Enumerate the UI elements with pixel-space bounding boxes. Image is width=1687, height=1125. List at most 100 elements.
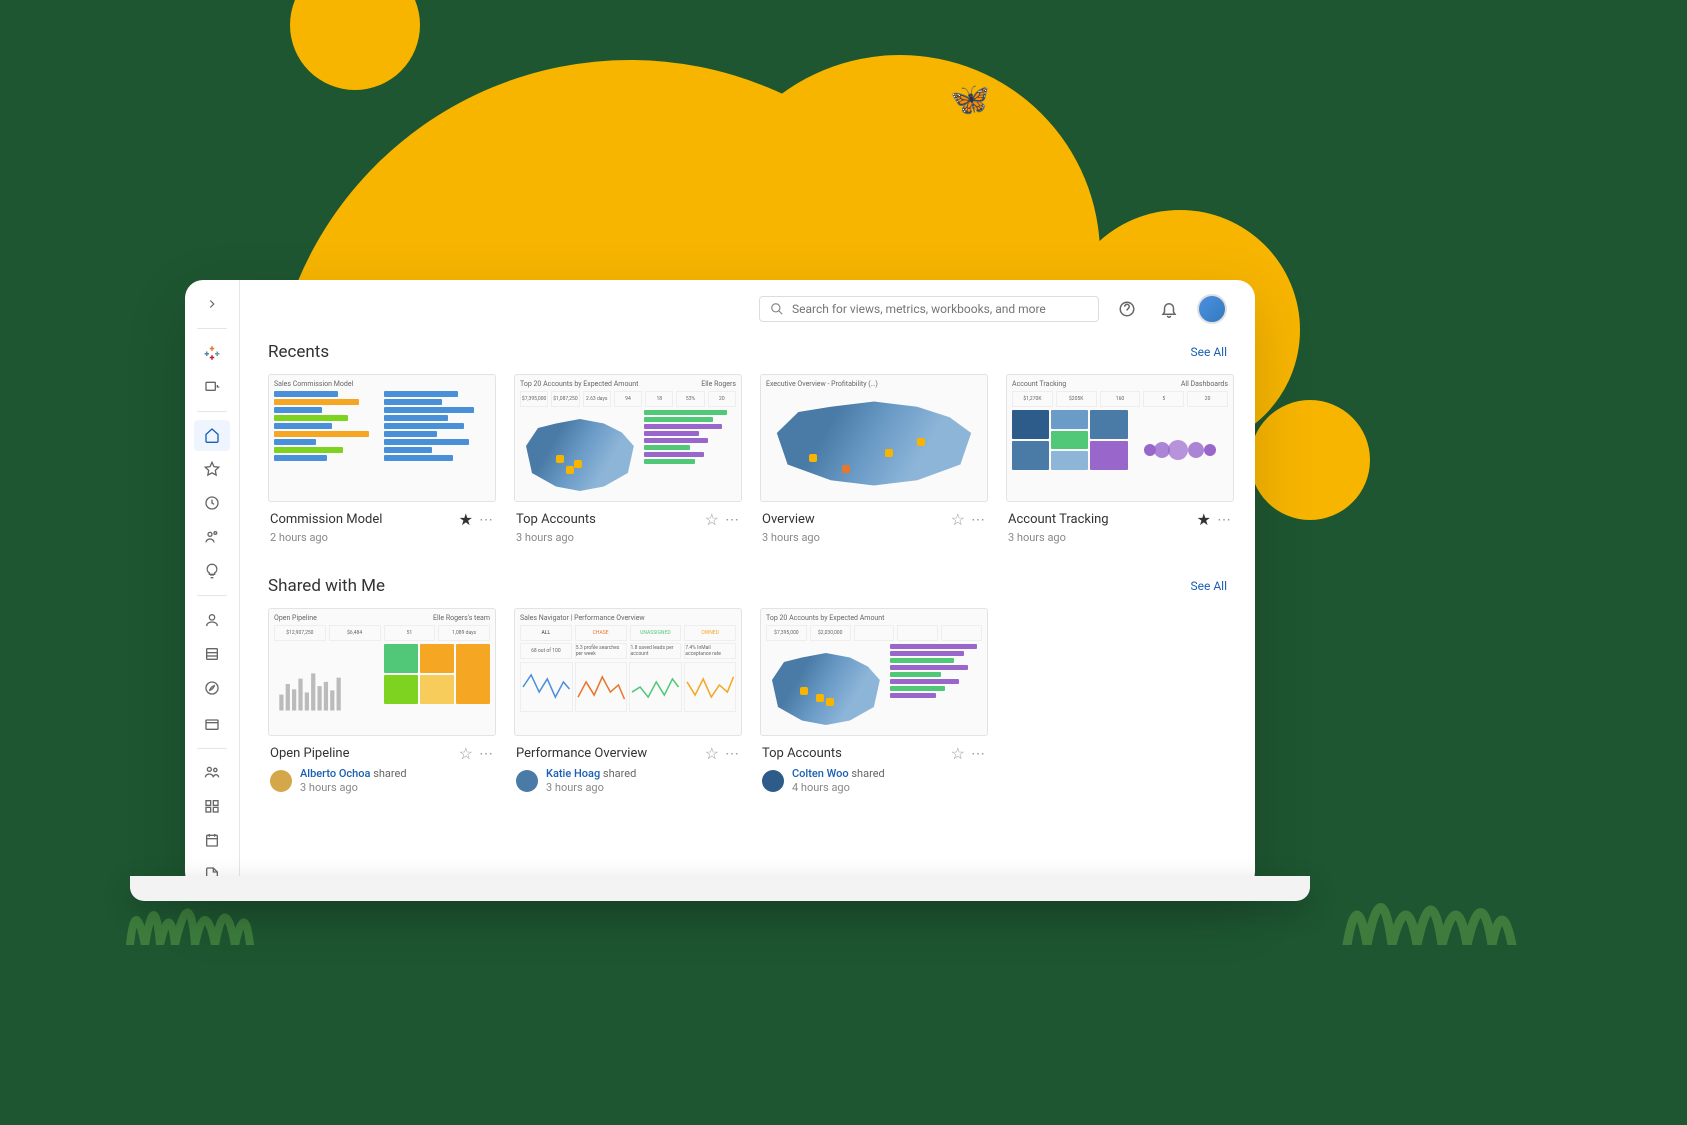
card-time: 3 hours ago	[546, 781, 604, 794]
thumb-tab: ALL	[520, 625, 572, 641]
butterfly-decoration: 🦋	[950, 80, 990, 118]
shared-cards: Open Pipeline Elle Rogers's team $12,907,…	[268, 608, 1227, 804]
card-title: Overview	[762, 512, 815, 527]
recents-cards: Sales Commission Model Commission Model	[268, 374, 1227, 552]
sidebar	[185, 280, 240, 890]
thumb-tab: UNASSIGNED	[630, 625, 682, 641]
card-time: 3 hours ago	[516, 531, 740, 544]
kpi-value	[941, 625, 982, 641]
card-thumbnail: Top 20 Accounts by Expected Amount $7,39…	[760, 608, 988, 736]
laptop-base	[130, 876, 1310, 901]
card-commission-model[interactable]: Sales Commission Model Commission Model	[268, 374, 496, 552]
see-all-shared[interactable]: See All	[1191, 579, 1228, 593]
card-thumbnail: Sales Commission Model	[268, 374, 496, 502]
star-icon[interactable]: ☆	[705, 510, 719, 529]
star-icon[interactable]: ★	[459, 510, 473, 529]
star-icon[interactable]: ☆	[705, 744, 719, 763]
card-open-pipeline[interactable]: Open Pipeline Elle Rogers's team $12,907,…	[268, 608, 496, 804]
kpi-value: 68 out of 100	[520, 643, 572, 659]
user-avatar[interactable]	[1197, 294, 1227, 324]
thumb-tab: OWNED	[684, 625, 736, 641]
kpi-value: 53%	[676, 391, 704, 407]
kpi-value: 2.63 days	[583, 391, 611, 407]
kpi-value: 20	[708, 391, 736, 407]
kpi-value: 94	[614, 391, 642, 407]
sidebar-item-users[interactable]	[194, 756, 230, 788]
kpi-value: 18	[645, 391, 673, 407]
card-account-tracking[interactable]: Account TrackingAll Dashboards $1,270K $…	[1006, 374, 1234, 552]
card-overview[interactable]: Executive Overview - Profitability (…) O…	[760, 374, 988, 552]
see-all-recents[interactable]: See All	[1191, 345, 1228, 359]
thumb-title-text: Sales Navigator | Performance Overview	[520, 614, 645, 622]
app-window: Recents See All Sales Commission Model	[185, 280, 1255, 890]
thumb-owner-text: Elle Rogers's team	[433, 614, 490, 622]
kpi-value: $12,907,250	[274, 625, 326, 641]
more-menu-button[interactable]: ⋯	[725, 746, 740, 762]
sharer-avatar	[270, 770, 292, 792]
main-content: Recents See All Sales Commission Model	[240, 280, 1255, 890]
card-time: 3 hours ago	[762, 531, 986, 544]
kpi-value: 1.8 saved leads per account	[630, 643, 682, 659]
sidebar-item-shared[interactable]	[194, 521, 230, 553]
sharer-name[interactable]: Katie Hoag	[546, 767, 600, 780]
kpi-value: 1,089 days	[438, 625, 490, 641]
sidebar-item-favorites[interactable]	[194, 453, 230, 485]
thumb-owner-text: Elle Rogers	[701, 380, 736, 388]
kpi-value: 160	[1100, 391, 1141, 407]
kpi-value: 5	[1143, 391, 1184, 407]
sharer-avatar	[516, 770, 538, 792]
sidebar-item-recents[interactable]	[194, 487, 230, 519]
more-menu-button[interactable]: ⋯	[971, 512, 986, 528]
sidebar-item-explore[interactable]	[194, 672, 230, 704]
more-menu-button[interactable]: ⋯	[725, 512, 740, 528]
card-top-accounts[interactable]: Top 20 Accounts by Expected AmountElle R…	[514, 374, 742, 552]
card-title: Performance Overview	[516, 746, 647, 761]
card-time: 2 hours ago	[270, 531, 494, 544]
sidebar-item-personal[interactable]	[194, 604, 230, 636]
sidebar-item-external[interactable]	[194, 708, 230, 740]
notifications-button[interactable]	[1155, 295, 1183, 323]
card-top-accounts-shared[interactable]: Top 20 Accounts by Expected Amount $7,39…	[760, 608, 988, 804]
help-button[interactable]	[1113, 295, 1141, 323]
sidebar-item-new[interactable]	[194, 371, 230, 403]
star-icon[interactable]: ☆	[951, 744, 965, 763]
thumb-title-text: Executive Overview - Profitability (…)	[766, 380, 878, 388]
card-title: Top Accounts	[762, 746, 842, 761]
sharer-name[interactable]: Colten Woo	[792, 767, 849, 780]
shared-verb: shared	[373, 767, 406, 780]
sidebar-item-groups[interactable]	[194, 790, 230, 822]
kpi-value: $6,484	[329, 625, 381, 641]
thumb-title-text: Account Tracking	[1012, 380, 1066, 388]
kpi-value: $1,270K	[1012, 391, 1053, 407]
card-time: 3 hours ago	[300, 781, 358, 794]
card-thumbnail: Open Pipeline Elle Rogers's team $12,907,…	[268, 608, 496, 736]
sidebar-expand-button[interactable]	[194, 288, 230, 320]
search-box[interactable]	[759, 296, 1099, 322]
kpi-value: $7,395,000	[766, 625, 807, 641]
star-icon[interactable]: ★	[1197, 510, 1211, 529]
sidebar-item-collections[interactable]	[194, 638, 230, 670]
search-input[interactable]	[792, 302, 1088, 316]
kpi-value: 5.3 profile searches per week	[575, 643, 627, 659]
star-icon[interactable]: ☆	[459, 744, 473, 763]
more-menu-button[interactable]: ⋯	[479, 512, 494, 528]
star-icon[interactable]: ☆	[951, 510, 965, 529]
sharer-name[interactable]: Alberto Ochoa	[300, 767, 370, 780]
section-title-recents: Recents	[268, 342, 329, 362]
more-menu-button[interactable]: ⋯	[479, 746, 494, 762]
shared-verb: shared	[603, 767, 636, 780]
search-icon	[770, 302, 784, 316]
thumb-sub-text: All Dashboards	[1181, 380, 1228, 388]
thumb-title-text: Open Pipeline	[274, 614, 317, 622]
sidebar-item-home[interactable]	[194, 420, 230, 452]
sidebar-item-tableau[interactable]	[194, 337, 230, 369]
sidebar-item-schedules[interactable]	[194, 824, 230, 856]
thumb-title-text: Sales Commission Model	[274, 380, 353, 388]
card-title: Open Pipeline	[270, 746, 350, 761]
grass-decoration-right	[1337, 855, 1517, 945]
more-menu-button[interactable]: ⋯	[1217, 512, 1232, 528]
card-performance-overview[interactable]: Sales Navigator | Performance Overview A…	[514, 608, 742, 804]
more-menu-button[interactable]: ⋯	[971, 746, 986, 762]
sidebar-item-recommendations[interactable]	[194, 555, 230, 587]
section-title-shared: Shared with Me	[268, 576, 385, 596]
